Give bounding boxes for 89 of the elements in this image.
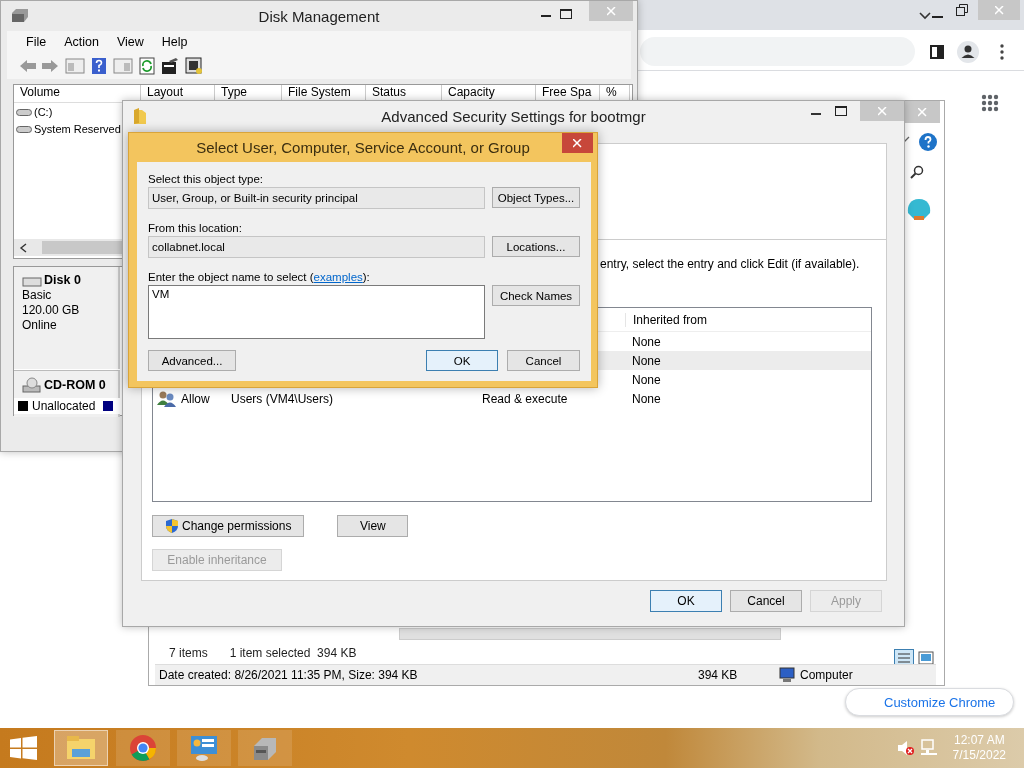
table-cell-text: Allow <box>181 391 211 406</box>
shield-icon <box>165 518 179 534</box>
dialog-title: Select User, Computer, Service Account, or Group <box>196 138 530 156</box>
drive-icon <box>16 123 32 134</box>
folder-icon <box>66 735 96 761</box>
close-icon <box>573 138 582 148</box>
restore-icon[interactable] <box>956 4 968 16</box>
instruction-text: entry, select the entry and click Edit (if available). <box>600 257 861 271</box>
drive-icon <box>16 106 32 117</box>
drive-label[interactable]: (C:) <box>34 105 53 118</box>
action-button[interactable]: View <box>337 515 409 537</box>
window-title: Disk Management <box>258 7 380 25</box>
minimize-icon[interactable] <box>932 16 943 19</box>
disk-drive-icon <box>10 7 30 24</box>
close-button[interactable] <box>562 133 593 153</box>
disk-detail: Online <box>22 318 58 333</box>
drive-label[interactable]: System Reserved <box>34 122 121 135</box>
field-label: Select this object type: <box>148 173 265 187</box>
back-forward-icon[interactable] <box>19 58 59 74</box>
check-names-button[interactable]: Check Names <box>492 285 580 306</box>
table-cell-text: Users (VM4\Users) <box>231 391 334 406</box>
table-row[interactable]: Allow Users (VM4\Users) Read & execute None <box>153 389 871 408</box>
object-type-field[interactable]: User, Group, or Built-in security principal <box>148 187 485 209</box>
taskbar-button[interactable] <box>177 730 231 766</box>
customize-chrome-button[interactable]: Customize Chrome <box>845 688 1015 716</box>
menu-item[interactable]: Help <box>152 35 197 49</box>
locations-button[interactable]: Locations... <box>492 236 580 257</box>
window-title: Advanced Security Settings for bootmgr <box>381 107 646 125</box>
close-icon <box>877 106 887 116</box>
file-size: 394 KB <box>698 668 739 682</box>
menu-item[interactable]: View <box>107 35 153 49</box>
computer-icon <box>778 667 796 683</box>
settings-icon[interactable] <box>185 57 203 75</box>
maximize-icon[interactable] <box>835 106 847 116</box>
help-icon[interactable] <box>91 57 107 75</box>
menu-item[interactable]: File <box>17 35 56 49</box>
chrome-icon <box>129 734 157 762</box>
location-field[interactable]: collabnet.local <box>148 236 485 258</box>
large-icons-view-icon[interactable] <box>918 650 934 666</box>
dialog-button[interactable]: OK <box>650 590 722 612</box>
table-cell-text: Read & execute <box>482 391 569 406</box>
control-panel-icon <box>189 734 219 762</box>
close-icon <box>917 107 927 117</box>
dialog-button[interactable]: Cancel <box>730 590 802 612</box>
item-count: 7 items <box>169 646 208 660</box>
table-cell-text: None <box>631 334 662 349</box>
properties-icon[interactable] <box>161 57 179 75</box>
table-cell-text: None <box>631 353 662 368</box>
table-cell-text: None <box>631 391 662 406</box>
help-icon[interactable] <box>919 133 937 151</box>
menu-item[interactable]: Action <box>55 35 108 49</box>
disk-name: CD-ROM 0 <box>44 377 106 393</box>
speaker-muted-icon[interactable] <box>897 740 915 756</box>
field-label: From this location: <box>148 222 243 236</box>
ok-button[interactable]: OK <box>426 350 498 371</box>
table-cell-text: None <box>631 372 662 387</box>
advanced-button[interactable]: Advanced... <box>148 350 236 371</box>
close-button[interactable] <box>904 101 940 123</box>
cancel-button[interactable]: Cancel <box>507 350 580 371</box>
zone-label: Computer <box>800 668 853 682</box>
maximize-icon[interactable] <box>560 9 572 19</box>
column-header[interactable]: Inherited from <box>625 312 871 327</box>
field-label: Enter the object name to select (examples): <box>148 271 370 285</box>
taskbar-button[interactable] <box>116 730 170 766</box>
close-icon <box>606 6 616 16</box>
windows-start-icon[interactable] <box>10 736 37 760</box>
search-icon[interactable] <box>910 165 924 179</box>
side-panel-icon[interactable] <box>930 45 944 59</box>
disk-detail: Basic <box>22 288 53 303</box>
disk-name: Disk 0 <box>44 273 81 288</box>
apps-grid-icon[interactable] <box>981 94 999 112</box>
shell-icon <box>906 197 932 221</box>
examples-link[interactable]: examples <box>313 271 363 283</box>
object-name-field[interactable]: VM <box>148 285 485 339</box>
legend-label: Unallocated <box>32 399 96 413</box>
cd-drive-icon <box>22 377 42 393</box>
disk-detail: 120.00 GB <box>22 303 81 318</box>
scrollbar[interactable] <box>399 628 781 640</box>
action-button[interactable]: Change permissions <box>152 515 305 537</box>
object-types-button[interactable]: Object Types... <box>492 187 580 208</box>
profile-icon[interactable] <box>957 41 979 63</box>
folder-icon <box>133 107 147 125</box>
refresh-icon[interactable] <box>139 57 155 75</box>
taskbar-button[interactable] <box>54 730 108 766</box>
selection-info: 1 item selected 394 KB <box>229 646 357 660</box>
close-icon <box>994 5 1004 15</box>
file-details: Date created: 8/26/2021 11:35 PM, Size: 394 KB <box>159 668 419 682</box>
menu-icon[interactable] <box>1000 44 1004 60</box>
users-icon <box>157 390 177 407</box>
